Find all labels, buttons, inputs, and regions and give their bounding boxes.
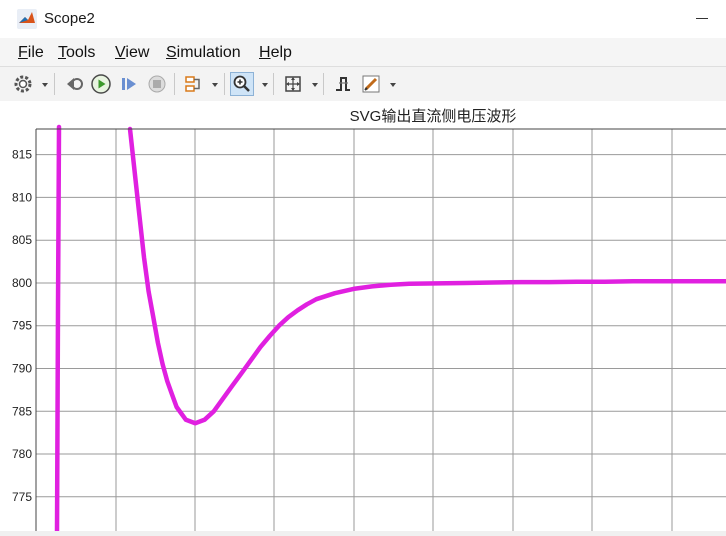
toolbar-separator bbox=[174, 73, 175, 95]
run-icon[interactable] bbox=[89, 72, 113, 96]
y-tick-label: 810 bbox=[12, 190, 32, 204]
signal-select-icon[interactable] bbox=[181, 72, 205, 96]
toolbar bbox=[0, 66, 726, 102]
step-forward-icon[interactable] bbox=[117, 72, 141, 96]
menu-simulation[interactable]: Simulation bbox=[166, 44, 241, 62]
voltage-trace bbox=[54, 124, 726, 536]
window-title: Scope2 bbox=[44, 10, 95, 27]
y-tick-label: 775 bbox=[12, 490, 32, 504]
chevron-down-icon[interactable] bbox=[390, 83, 396, 87]
zoom-in-icon[interactable] bbox=[230, 72, 254, 96]
y-tick-label: 795 bbox=[12, 319, 32, 333]
menu-bar: File Tools View Simulation Help bbox=[0, 38, 726, 66]
toolbar-separator bbox=[273, 73, 274, 95]
menu-file[interactable]: File bbox=[18, 44, 44, 62]
fit-to-view-icon[interactable] bbox=[281, 72, 305, 96]
minimize-button[interactable] bbox=[696, 18, 708, 19]
plot-title: SVG输出直流侧电压波形 bbox=[349, 108, 517, 125]
y-tick-label: 785 bbox=[12, 404, 32, 418]
chevron-down-icon[interactable] bbox=[262, 83, 268, 87]
scope-plot[interactable]: 775 780 785 790 795 800 805 810 815 bbox=[0, 101, 726, 536]
menu-view[interactable]: View bbox=[115, 44, 149, 62]
toolbar-separator bbox=[54, 73, 55, 95]
y-tick-label: 800 bbox=[12, 276, 32, 290]
y-tick-label: 805 bbox=[12, 233, 32, 247]
y-tick-label: 790 bbox=[12, 361, 32, 375]
chevron-down-icon[interactable] bbox=[312, 83, 318, 87]
toolbar-separator bbox=[224, 73, 225, 95]
style-edit-icon[interactable] bbox=[359, 72, 383, 96]
scope-plot-area: 775 780 785 790 795 800 805 810 815 bbox=[0, 101, 726, 536]
stop-icon[interactable] bbox=[145, 72, 169, 96]
menu-help[interactable]: Help bbox=[259, 44, 292, 62]
cursor-measure-icon[interactable] bbox=[331, 72, 355, 96]
y-tick-label: 815 bbox=[12, 148, 32, 162]
matlab-logo-icon bbox=[17, 9, 37, 29]
y-tick-labels: 775 780 785 790 795 800 805 810 815 bbox=[12, 148, 32, 504]
step-back-icon[interactable] bbox=[62, 72, 86, 96]
chevron-down-icon[interactable] bbox=[212, 83, 218, 87]
toolbar-separator bbox=[323, 73, 324, 95]
gear-icon[interactable] bbox=[11, 72, 35, 96]
chevron-down-icon[interactable] bbox=[42, 83, 48, 87]
y-tick-label: 780 bbox=[12, 447, 32, 461]
menu-tools[interactable]: Tools bbox=[58, 44, 95, 62]
grid-lines bbox=[36, 129, 726, 531]
window-titlebar: Scope2 bbox=[0, 0, 726, 39]
